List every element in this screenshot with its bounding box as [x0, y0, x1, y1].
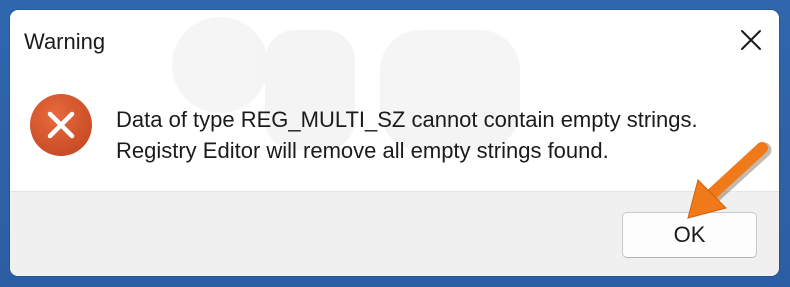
- dialog-message: Data of type REG_MULTI_SZ cannot contain…: [116, 104, 698, 166]
- title-bar: Warning: [10, 10, 779, 70]
- error-icon: [30, 94, 92, 156]
- warning-dialog: Warning Data of type REG_MULTI_SZ cannot…: [10, 10, 779, 276]
- close-icon: [741, 30, 761, 50]
- message-line-2: Registry Editor will remove all empty st…: [116, 138, 609, 163]
- ok-button[interactable]: OK: [622, 212, 757, 258]
- dialog-title: Warning: [24, 29, 106, 54]
- desktop-background: Warning Data of type REG_MULTI_SZ cannot…: [0, 0, 790, 287]
- message-line-1: Data of type REG_MULTI_SZ cannot contain…: [116, 107, 698, 132]
- dialog-content: Data of type REG_MULTI_SZ cannot contain…: [10, 70, 779, 191]
- close-button[interactable]: [729, 18, 773, 62]
- dialog-footer: OK: [10, 191, 779, 276]
